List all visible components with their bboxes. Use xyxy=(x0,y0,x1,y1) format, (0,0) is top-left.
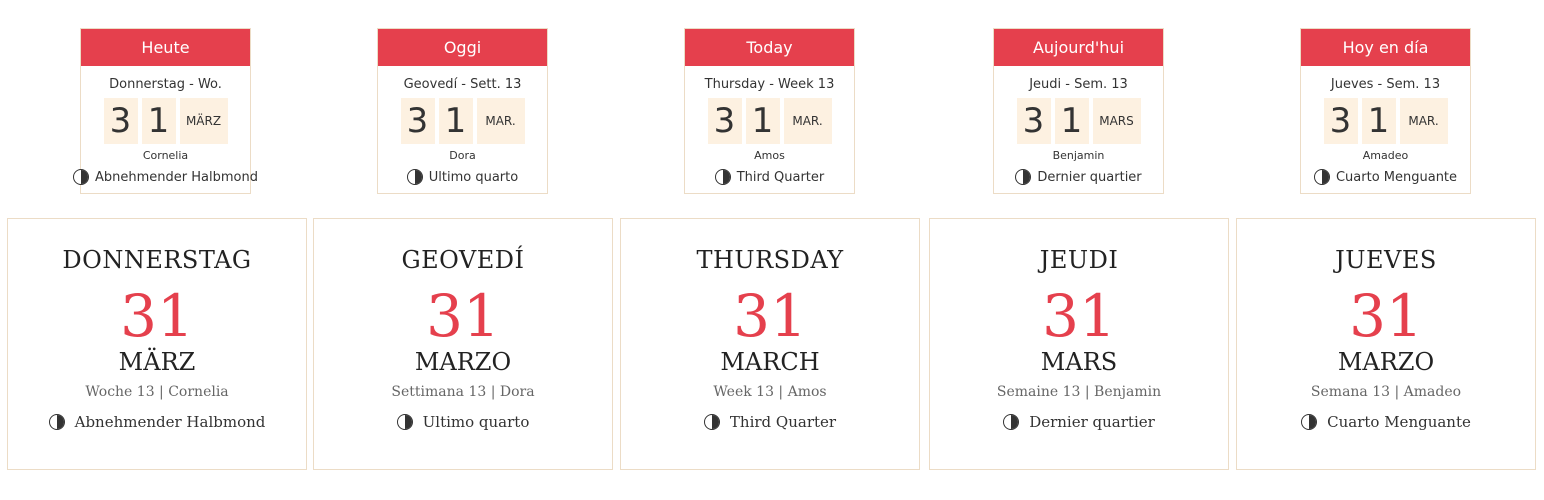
moon-phase: Dernier quartier xyxy=(994,169,1163,185)
month-name: MÄRZ xyxy=(118,348,196,376)
week-and-name-day: Semaine 13 | Benjamin xyxy=(996,384,1162,400)
moon-phase-label: Cuarto Menguante xyxy=(1335,169,1458,185)
week-and-name-day: Settimana 13 | Dora xyxy=(391,384,535,400)
date-digits: 3 1 MAR. xyxy=(1301,98,1470,144)
month-abbr: MARS xyxy=(1092,98,1141,144)
moon-phase: Abnehmender Halbmond xyxy=(8,413,306,431)
moon-phase: Third Quarter xyxy=(685,169,854,185)
weekday-week: Jueves - Sem. 13 xyxy=(1330,77,1441,92)
half-moon-icon xyxy=(73,169,90,185)
day-number: 31 xyxy=(1042,282,1116,350)
date-digit-1: 3 xyxy=(707,98,742,144)
day-number: 31 xyxy=(1349,282,1423,350)
half-moon-icon xyxy=(714,169,731,185)
half-moon-icon xyxy=(48,414,65,430)
large-widget-fr: JEUDI 31 MARS Semaine 13 | Benjamin Dern… xyxy=(929,218,1229,470)
day-number: 31 xyxy=(426,282,500,350)
moon-phase: Ultimo quarto xyxy=(378,169,547,185)
half-moon-icon xyxy=(1301,414,1318,430)
date-digits: 3 1 MÄRZ xyxy=(81,98,250,144)
moon-phase-label: Abnehmender Halbmond xyxy=(74,413,266,431)
moon-phase-label: Dernier quartier xyxy=(1029,413,1155,431)
week-and-name-day: Week 13 | Amos xyxy=(713,384,827,400)
moon-phase: Cuarto Menguante xyxy=(1301,169,1470,185)
weekday-name: DONNERSTAG xyxy=(62,246,252,274)
half-moon-icon xyxy=(1313,169,1330,185)
weekday-week: Donnerstag - Wo. xyxy=(109,77,222,92)
month-abbr: MÄRZ xyxy=(179,98,228,144)
large-widget-en: THURSDAY 31 MARCH Week 13 | Amos Third Q… xyxy=(620,218,920,470)
weekday-name: GEOVEDÍ xyxy=(401,246,525,274)
half-moon-icon xyxy=(406,169,423,185)
moon-phase-label: Third Quarter xyxy=(736,169,825,185)
weekday-name: JEUDI xyxy=(1039,246,1119,274)
weekday-week: Thursday - Week 13 xyxy=(704,77,835,92)
month-name: MARZO xyxy=(1337,348,1435,376)
small-widgets-row: Heute Donnerstag - Wo. 3 1 MÄRZ Cornelia… xyxy=(0,28,1544,194)
large-widgets-row: DONNERSTAG 31 MÄRZ Woche 13 | Cornelia A… xyxy=(0,218,1544,470)
moon-phase: Third Quarter xyxy=(621,413,919,431)
date-digit-1: 3 xyxy=(103,98,138,144)
date-digits: 3 1 MAR. xyxy=(685,98,854,144)
half-moon-icon xyxy=(1015,169,1032,185)
widget-header: Aujourd'hui xyxy=(994,29,1163,66)
moon-phase-label: Dernier quartier xyxy=(1037,169,1142,185)
weekday-name: JUEVES xyxy=(1335,246,1437,274)
name-day: Amadeo xyxy=(1362,149,1409,162)
widget-header: Oggi xyxy=(378,29,547,66)
half-moon-icon xyxy=(396,414,413,430)
moon-phase-label: Cuarto Menguante xyxy=(1327,413,1471,431)
moon-phase-label: Ultimo quarto xyxy=(422,413,530,431)
moon-phase: Dernier quartier xyxy=(930,413,1228,431)
day-number: 31 xyxy=(733,282,807,350)
small-widget-de: Heute Donnerstag - Wo. 3 1 MÄRZ Cornelia… xyxy=(73,28,258,194)
widget-header: Hoy en día xyxy=(1301,29,1470,66)
month-abbr: MAR. xyxy=(783,98,832,144)
date-digit-2: 1 xyxy=(438,98,473,144)
moon-phase-label: Ultimo quarto xyxy=(428,169,519,185)
name-day: Dora xyxy=(449,149,476,162)
moon-phase: Abnehmender Halbmond xyxy=(73,169,258,185)
date-digit-1: 3 xyxy=(1016,98,1051,144)
date-digit-2: 1 xyxy=(745,98,780,144)
weekday-week: Jeudi - Sem. 13 xyxy=(1029,77,1128,92)
small-widget-es: Hoy en día Jueves - Sem. 13 3 1 MAR. Ama… xyxy=(1300,28,1471,194)
date-digit-2: 1 xyxy=(1054,98,1089,144)
day-number: 31 xyxy=(120,282,194,350)
large-widget-es: JUEVES 31 MARZO Semana 13 | Amadeo Cuart… xyxy=(1236,218,1536,470)
date-digit-2: 1 xyxy=(141,98,176,144)
date-digit-2: 1 xyxy=(1361,98,1396,144)
month-abbr: MAR. xyxy=(476,98,525,144)
month-name: MARS xyxy=(1040,348,1118,376)
month-name: MARCH xyxy=(720,348,820,376)
week-and-name-day: Semana 13 | Amadeo xyxy=(1310,384,1462,400)
moon-phase: Ultimo quarto xyxy=(314,413,612,431)
week-and-name-day: Woche 13 | Cornelia xyxy=(85,384,229,400)
name-day: Benjamin xyxy=(1052,149,1105,162)
large-widget-de: DONNERSTAG 31 MÄRZ Woche 13 | Cornelia A… xyxy=(7,218,307,470)
widget-header: Heute xyxy=(81,29,250,66)
date-digits: 3 1 MARS xyxy=(994,98,1163,144)
moon-phase-label: Third Quarter xyxy=(729,413,837,431)
large-widget-it: GEOVEDÍ 31 MARZO Settimana 13 | Dora Ult… xyxy=(313,218,613,470)
date-digit-1: 3 xyxy=(1323,98,1358,144)
name-day: Amos xyxy=(754,149,785,162)
moon-phase: Cuarto Menguante xyxy=(1237,413,1535,431)
weekday-name: THURSDAY xyxy=(696,246,844,274)
moon-phase-label: Abnehmender Halbmond xyxy=(95,169,258,185)
small-widget-it: Oggi Geovedí - Sett. 13 3 1 MAR. Dora Ul… xyxy=(377,28,548,194)
half-moon-icon xyxy=(1003,414,1020,430)
weekday-week: Geovedí - Sett. 13 xyxy=(403,77,522,92)
small-widget-fr: Aujourd'hui Jeudi - Sem. 13 3 1 MARS Ben… xyxy=(993,28,1164,194)
date-digit-1: 3 xyxy=(400,98,435,144)
month-abbr: MAR. xyxy=(1399,98,1448,144)
widget-header: Today xyxy=(685,29,854,66)
date-digits: 3 1 MAR. xyxy=(378,98,547,144)
month-name: MARZO xyxy=(414,348,512,376)
name-day: Cornelia xyxy=(142,149,189,162)
half-moon-icon xyxy=(703,414,720,430)
small-widget-en: Today Thursday - Week 13 3 1 MAR. Amos T… xyxy=(684,28,855,194)
